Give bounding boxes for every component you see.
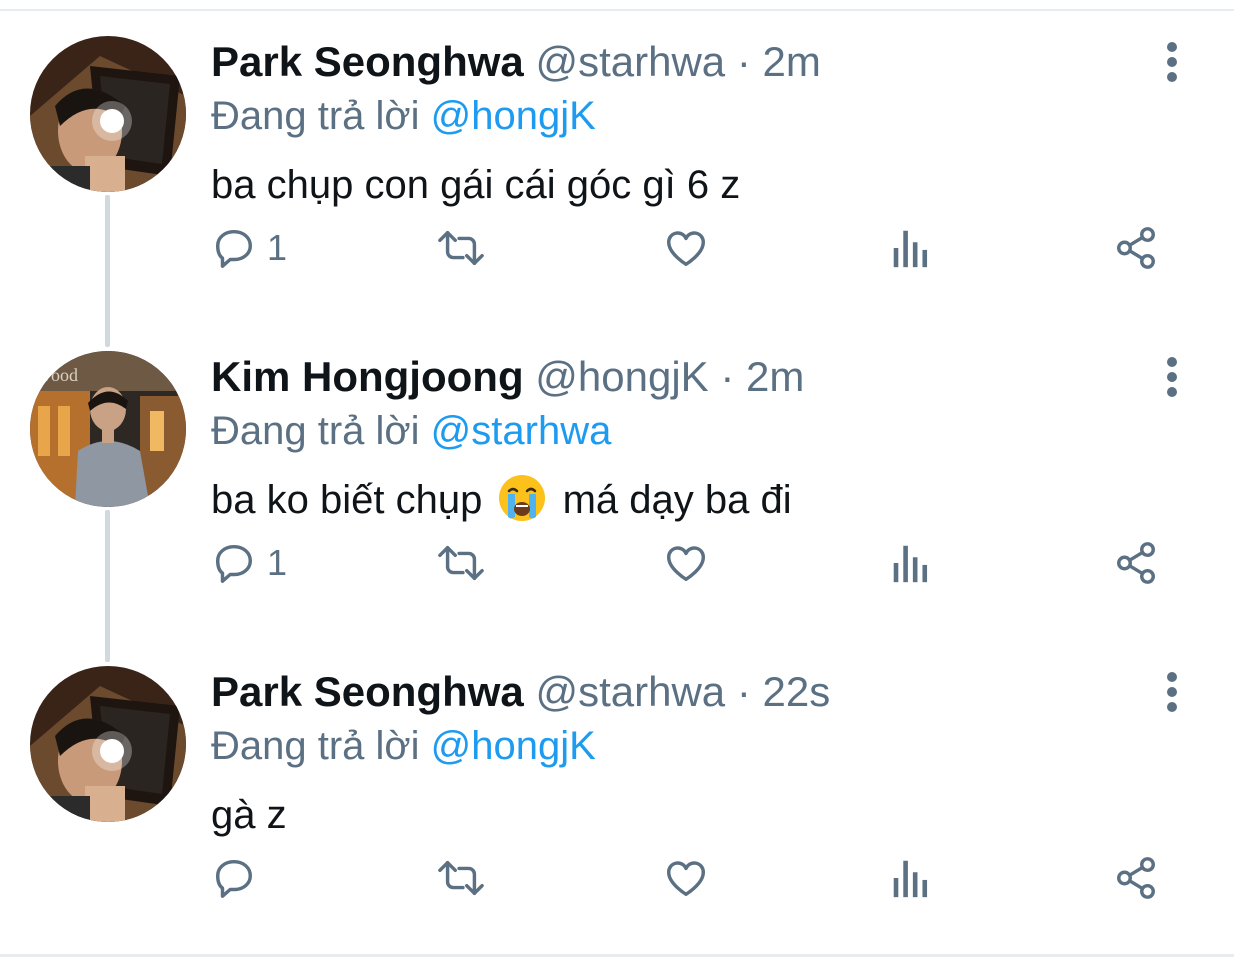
- display-name[interactable]: Kim Hongjoong: [211, 353, 524, 400]
- reply-button[interactable]: 1: [211, 533, 287, 593]
- reply-button[interactable]: 1: [211, 218, 287, 278]
- user-avatar[interactable]: [30, 666, 186, 822]
- reply-context: Đang trả lời @hongjK: [211, 88, 1154, 144]
- reply-mention[interactable]: @hongjK: [431, 94, 596, 138]
- svg-text:wood: wood: [38, 365, 78, 385]
- share-icon: [1113, 540, 1159, 586]
- timestamp[interactable]: 2m: [746, 353, 804, 400]
- heart-icon: [663, 225, 709, 271]
- tweet[interactable]: Park Seonghwa @starhwa · 22s Đang trả lờ…: [0, 630, 1234, 945]
- tweet-text-part: gà z: [211, 793, 287, 837]
- analytics-button[interactable]: [889, 218, 931, 278]
- timestamp[interactable]: 22s: [762, 668, 830, 715]
- analytics-button[interactable]: [889, 848, 931, 908]
- user-avatar[interactable]: [30, 36, 186, 192]
- action-bar: [211, 848, 1171, 908]
- share-icon: [1113, 855, 1159, 901]
- tweet-text-part: ba ko biết chụp: [211, 478, 483, 522]
- reply-count: 1: [267, 227, 288, 268]
- share-button[interactable]: [1113, 533, 1159, 593]
- heart-icon: [663, 855, 709, 901]
- retweet-icon: [435, 540, 487, 586]
- reply-icon: [211, 225, 257, 271]
- tweet-header: Park Seonghwa @starhwa · 22s: [211, 666, 1154, 718]
- reply-prefix: Đang trả lời: [211, 409, 420, 453]
- like-button[interactable]: [663, 533, 709, 593]
- reply-context: Đang trả lời @starhwa: [211, 403, 1154, 459]
- reply-button[interactable]: [211, 848, 267, 908]
- tweet-text-part: má dạy ba đi: [562, 478, 792, 522]
- reply-prefix: Đang trả lời: [211, 94, 420, 138]
- separator-dot: ·: [720, 353, 735, 400]
- separator-dot: ·: [736, 38, 751, 85]
- reply-context: Đang trả lời @hongjK: [211, 718, 1154, 774]
- retweet-icon: [435, 225, 487, 271]
- like-button[interactable]: [663, 218, 709, 278]
- retweet-icon: [435, 855, 487, 901]
- display-name[interactable]: Park Seonghwa: [211, 668, 524, 715]
- action-bar: 1: [211, 218, 1171, 278]
- reply-icon: [211, 855, 257, 901]
- analytics-icon: [889, 225, 931, 271]
- analytics-button[interactable]: [889, 533, 931, 593]
- share-button[interactable]: [1113, 218, 1159, 278]
- timestamp[interactable]: 2m: [762, 38, 820, 85]
- share-icon: [1113, 225, 1159, 271]
- display-name[interactable]: Park Seonghwa: [211, 38, 524, 85]
- tweet-header: Park Seonghwa @starhwa · 2m: [211, 36, 1154, 88]
- action-bar: 1: [211, 533, 1171, 593]
- reply-prefix: Đang trả lời: [211, 724, 420, 768]
- retweet-button[interactable]: [435, 533, 487, 593]
- heart-icon: [663, 540, 709, 586]
- more-options-icon[interactable]: [1150, 355, 1194, 399]
- tweet[interactable]: wood Kim Hongjoong @hongjK · 2m Đang trả…: [0, 315, 1234, 630]
- user-handle[interactable]: @starhwa: [535, 38, 725, 85]
- tweet-header: Kim Hongjoong @hongjK · 2m: [211, 351, 1154, 403]
- tweet-text: gà z: [211, 784, 1154, 846]
- separator-dot: ·: [736, 668, 751, 715]
- share-button[interactable]: [1113, 848, 1159, 908]
- reply-mention[interactable]: @hongjK: [431, 724, 596, 768]
- tweet-text-part: ba chụp con gái cái góc gì 6 z: [211, 163, 741, 207]
- retweet-button[interactable]: [435, 848, 487, 908]
- reply-icon: [211, 540, 257, 586]
- user-avatar[interactable]: wood: [30, 351, 186, 507]
- tweet-text: ba chụp con gái cái góc gì 6 z: [211, 154, 1154, 216]
- user-handle[interactable]: @hongjK: [535, 353, 708, 400]
- analytics-icon: [889, 540, 931, 586]
- more-options-icon[interactable]: [1150, 40, 1194, 84]
- reply-mention[interactable]: @starhwa: [431, 409, 612, 453]
- loudly-crying-face-icon: [497, 473, 547, 541]
- tweet-text: ba ko biết chụp má dạy ba đi: [211, 469, 1154, 541]
- analytics-icon: [889, 855, 931, 901]
- retweet-button[interactable]: [435, 218, 487, 278]
- tweet[interactable]: Park Seonghwa @starhwa · 2m Đang trả lời…: [0, 0, 1234, 315]
- like-button[interactable]: [663, 848, 709, 908]
- more-options-icon[interactable]: [1150, 670, 1194, 714]
- user-handle[interactable]: @starhwa: [535, 668, 725, 715]
- reply-count: 1: [267, 542, 288, 583]
